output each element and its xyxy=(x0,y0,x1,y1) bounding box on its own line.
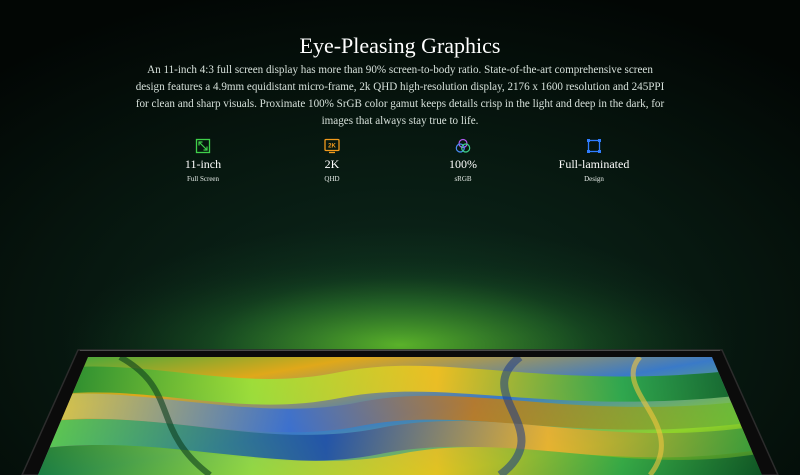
tablet-screen-wallpaper xyxy=(38,357,762,475)
tablet-display-image xyxy=(21,255,779,475)
page-background: Eye-Pleasing Graphics An 11-inch 4:3 ful… xyxy=(0,0,800,475)
